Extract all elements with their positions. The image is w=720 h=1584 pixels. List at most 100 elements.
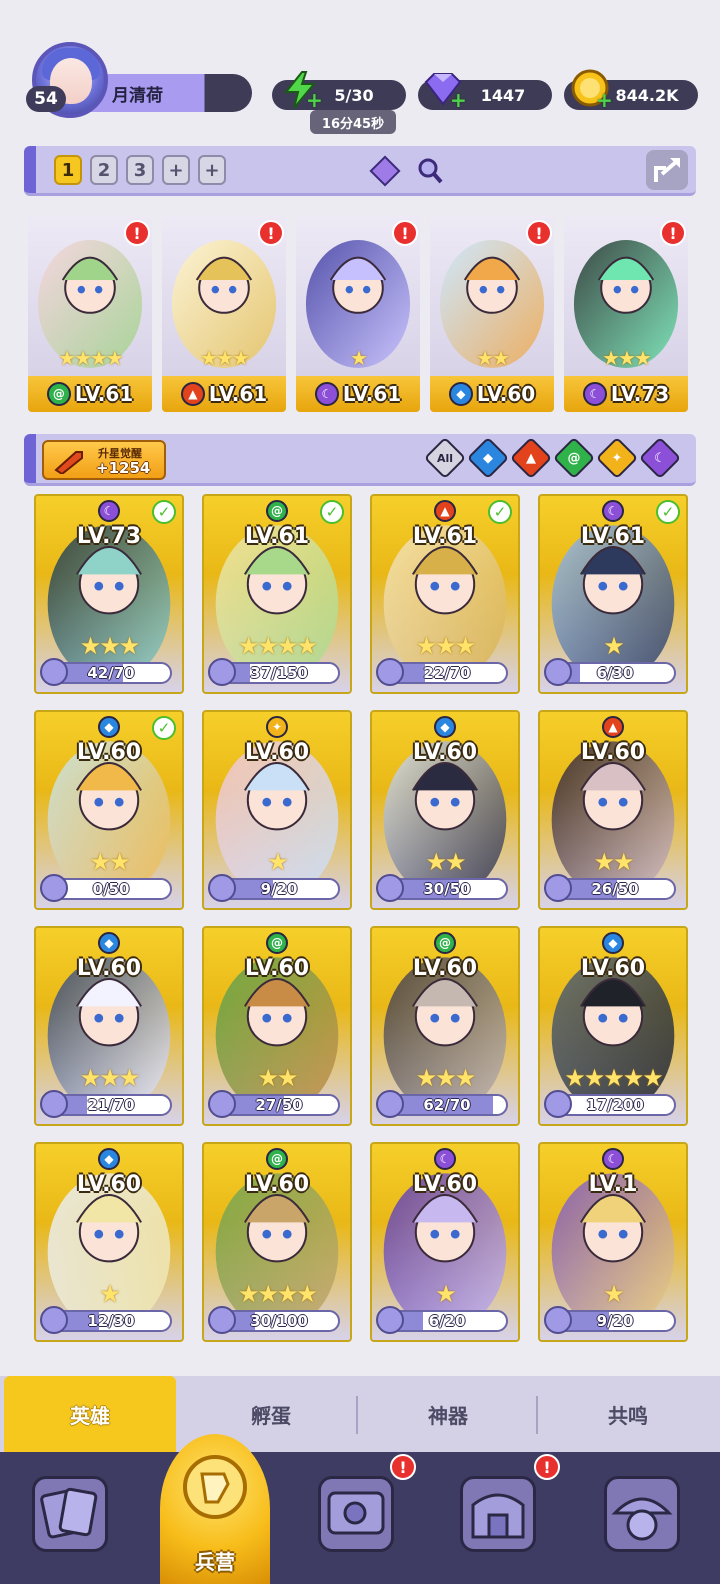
water-element-icon: ◆ [98, 932, 120, 954]
fragment-progress-bar: 27/50 [218, 1094, 340, 1116]
water-element-icon: ◆ [98, 716, 120, 738]
fragment-count: 21/70 [87, 1096, 135, 1114]
fragment-icon [544, 1090, 572, 1118]
fragment-count: 12/30 [87, 1312, 135, 1330]
alert-badge: ! [660, 220, 686, 246]
star-rating: ★★ [257, 1064, 298, 1092]
hero-level: LV.60 [580, 740, 646, 765]
fragment-progress-bar: 42/70 [50, 662, 172, 684]
fragment-progress-bar: 21/70 [50, 1094, 172, 1116]
hero-card[interactable]: ◆ LV.60 ★★★ 21/70 [34, 926, 184, 1126]
hero-card[interactable]: @ LV.60 ★★★ 62/70 [370, 926, 520, 1126]
hero-level: LV.61 [412, 524, 478, 549]
lineup-level: LV.61 [74, 382, 134, 406]
swap-crystal-icon[interactable] [368, 154, 402, 188]
water-element-icon: ◆ [98, 1148, 120, 1170]
hero-card[interactable]: ☾ LV.60 ★ 6/20 [370, 1142, 520, 1342]
star-awaken-button[interactable]: 升星觉醒 +1254 [42, 440, 166, 480]
hero-card[interactable]: ▲ ✓ LV.61 ★★★ 22/70 [370, 494, 520, 694]
alert-badge: ! [392, 220, 418, 246]
team-slot-2[interactable]: 2 [90, 155, 118, 185]
gem-plus-icon[interactable]: + [450, 90, 467, 110]
lineup-level: LV.73 [610, 382, 670, 406]
fragment-progress-bar: 22/70 [386, 662, 508, 684]
star-rating: ★★★ [415, 632, 477, 660]
hero-card[interactable]: @ LV.60 ★★★★ 30/100 [202, 1142, 352, 1342]
fragment-count: 62/70 [423, 1096, 471, 1114]
team-slot-add-2[interactable]: + [198, 155, 226, 185]
barracks-icon [183, 1455, 247, 1519]
hero-card[interactable]: ◆ LV.60 ★ 12/30 [34, 1142, 184, 1342]
fire-element-icon: ▲ [602, 716, 624, 738]
fragment-count: 26/50 [591, 880, 639, 898]
star-rating: ★★★ [79, 632, 141, 660]
star-rating: ★★★★★ [564, 1064, 664, 1092]
share-button[interactable] [646, 150, 688, 190]
water-element-icon: ◆ [448, 382, 473, 406]
fragment-count: 6/30 [596, 664, 634, 682]
dark-element-icon: ☾ [314, 382, 339, 406]
cards-icon[interactable] [32, 1476, 108, 1552]
tab-artifacts[interactable]: 神器 [362, 1376, 534, 1452]
star-rating: ★★★★ [237, 632, 318, 660]
water-element-icon: ◆ [483, 450, 493, 466]
team-slot-3[interactable]: 3 [126, 155, 154, 185]
fire-element-icon: ▲ [434, 500, 456, 522]
map-icon[interactable] [318, 1476, 394, 1552]
star-rating: ★ [603, 632, 625, 660]
hero-level: LV.1 [588, 1172, 638, 1197]
lineup-level: LV.61 [342, 382, 402, 406]
fragment-progress-bar: 6/20 [386, 1310, 508, 1332]
hero-card[interactable]: ◆ LV.60 ★★★★★ 17/200 [538, 926, 688, 1126]
alert-badge: ! [124, 220, 150, 246]
hero-card[interactable]: ✦ LV.60 ★ 9/20 [202, 710, 352, 910]
star-rating: ★★ [476, 346, 510, 370]
star-rating: ★ [350, 346, 368, 370]
wood-element-icon: @ [266, 1148, 288, 1170]
hero-level: LV.60 [244, 956, 310, 981]
hero-level: LV.60 [244, 740, 310, 765]
team-slot-add-1[interactable]: + [162, 155, 190, 185]
hero-level: LV.60 [412, 956, 478, 981]
hero-card[interactable]: ☾ ✓ LV.73 ★★★ 42/70 [34, 494, 184, 694]
magnifier-icon[interactable] [416, 156, 444, 186]
barracks-label: 兵营 [195, 1550, 235, 1574]
hero-level: LV.61 [580, 524, 646, 549]
awaken-count: +1254 [96, 459, 151, 477]
team-slot-1[interactable]: 1 [54, 155, 82, 185]
hero-card[interactable]: @ LV.60 ★★ 27/50 [202, 926, 352, 1126]
fragment-icon [208, 1090, 236, 1118]
team-bar [24, 146, 696, 196]
fragment-count: 17/200 [586, 1096, 644, 1114]
gold-coin-icon[interactable]: + [570, 66, 613, 110]
guild-icon[interactable] [604, 1476, 680, 1552]
tab-heroes[interactable]: 英雄 [4, 1376, 176, 1452]
hero-card[interactable]: @ ✓ LV.61 ★★★★ 37/150 [202, 494, 352, 694]
gem-icon[interactable]: + [422, 70, 467, 110]
wood-element-icon: @ [266, 500, 288, 522]
gold-plus-icon[interactable]: + [596, 90, 613, 110]
fragment-count: 42/70 [87, 664, 135, 682]
tab-resonance[interactable]: 共鸣 [542, 1376, 714, 1452]
shop-icon[interactable] [460, 1476, 536, 1552]
hero-card[interactable]: ☾ ✓ LV.61 ★ 6/30 [538, 494, 688, 694]
energy-plus-icon[interactable]: + [306, 90, 323, 110]
fragment-count: 9/20 [260, 880, 298, 898]
shop-alert-badge: ! [534, 1454, 560, 1480]
fragment-count: 30/50 [423, 880, 471, 898]
wood-element-icon: @ [266, 932, 288, 954]
hero-level: LV.60 [76, 740, 142, 765]
alert-badge: ! [258, 220, 284, 246]
hero-level: LV.60 [412, 740, 478, 765]
energy-icon[interactable]: + [280, 70, 323, 110]
wood-element-icon: @ [46, 382, 71, 406]
hero-card[interactable]: ☾ LV.1 ★ 9/20 [538, 1142, 688, 1342]
hero-card[interactable]: ◆ ✓ LV.60 ★★ 0/50 [34, 710, 184, 910]
hero-card[interactable]: ▲ LV.60 ★★ 26/50 [538, 710, 688, 910]
fragment-progress-bar: 26/50 [554, 878, 676, 900]
water-element-icon: ◆ [602, 932, 624, 954]
lineup-level-bar: ☾ LV.73 [564, 376, 688, 412]
fragment-icon [40, 1306, 68, 1334]
hero-card[interactable]: ◆ LV.60 ★★ 30/50 [370, 710, 520, 910]
star-rating: ★★★ [79, 1064, 141, 1092]
